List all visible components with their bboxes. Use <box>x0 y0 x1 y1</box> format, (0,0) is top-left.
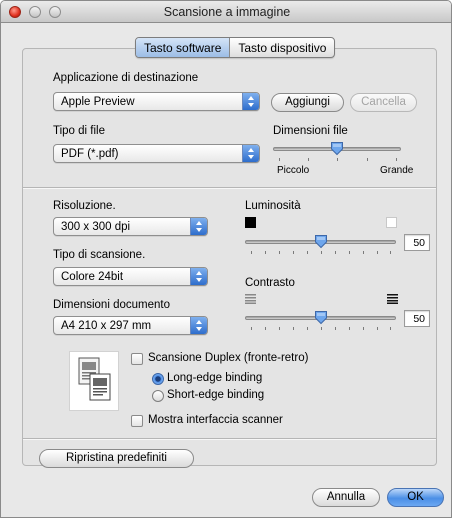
tick-mark <box>279 251 280 254</box>
brightness-ticks <box>251 251 391 255</box>
scan-type-label: Tipo di scansione. <box>53 249 146 261</box>
long-edge-label: Long-edge binding <box>167 372 263 384</box>
low-contrast-lines-icon <box>245 294 256 304</box>
duplex-pages-icon <box>69 351 119 411</box>
resolution-select[interactable]: 300 x 300 dpi <box>53 217 208 236</box>
tab-software-button[interactable]: Tasto software <box>136 38 230 57</box>
tick-mark <box>308 158 309 161</box>
contrast-value-field[interactable]: 50 <box>404 310 430 327</box>
file-size-slider-thumb[interactable] <box>330 141 344 156</box>
tick-mark <box>321 327 322 330</box>
tick-mark <box>335 327 336 330</box>
file-type-value: PDF (*.pdf) <box>61 148 119 160</box>
white-square-icon <box>386 217 397 228</box>
duplex-checkbox[interactable] <box>131 353 143 365</box>
high-contrast-lines-icon <box>387 294 398 304</box>
resolution-value: 300 x 300 dpi <box>61 221 131 233</box>
destination-app-value: Apple Preview <box>61 96 135 108</box>
show-scanner-interface-checkbox[interactable] <box>131 415 143 427</box>
add-app-button[interactable]: Aggiungi <box>271 93 344 112</box>
tick-mark <box>251 251 252 254</box>
document-size-label: Dimensioni documento <box>53 299 170 311</box>
brightness-value-field[interactable]: 50 <box>404 234 430 251</box>
section-divider <box>23 438 436 439</box>
popup-arrows-icon <box>190 268 207 285</box>
black-square-icon <box>245 217 256 228</box>
resolution-label: Risoluzione. <box>53 200 116 212</box>
popup-arrows-icon <box>242 145 259 162</box>
tick-mark <box>377 251 378 254</box>
tick-mark <box>349 251 350 254</box>
tab-device-button[interactable]: Tasto dispositivo <box>229 38 334 57</box>
popup-arrows-icon <box>190 218 207 235</box>
popup-arrows-icon <box>190 317 207 334</box>
scan-to-image-dialog: Scansione a immagine Tasto software Tast… <box>0 0 452 518</box>
mode-tab-group: Tasto software Tasto dispositivo <box>135 37 336 58</box>
tick-mark <box>396 158 397 161</box>
contrast-ticks <box>251 327 391 331</box>
long-edge-radio[interactable] <box>152 373 164 385</box>
tick-mark <box>279 158 280 161</box>
tick-mark <box>367 158 368 161</box>
tick-mark <box>251 327 252 330</box>
brightness-label: Luminosità <box>245 200 301 212</box>
document-size-value: A4 210 x 297 mm <box>61 320 152 332</box>
tick-mark <box>349 327 350 330</box>
short-edge-radio[interactable] <box>152 390 164 402</box>
file-size-ticks <box>279 158 397 162</box>
tick-mark <box>390 327 391 330</box>
tick-mark <box>307 251 308 254</box>
scan-type-value: Colore 24bit <box>61 271 124 283</box>
tick-mark <box>321 251 322 254</box>
cancel-button[interactable]: Annulla <box>312 488 380 507</box>
contrast-label: Contrasto <box>245 277 295 289</box>
ok-button[interactable]: OK <box>387 488 444 507</box>
delete-app-button[interactable]: Cancella <box>350 93 417 112</box>
brightness-slider-thumb[interactable] <box>314 234 328 249</box>
tick-mark <box>265 327 266 330</box>
tick-mark <box>265 251 266 254</box>
destination-app-select[interactable]: Apple Preview <box>53 92 260 111</box>
destination-app-label: Applicazione di destinazione <box>53 72 199 84</box>
file-size-min-label: Piccolo <box>277 165 310 176</box>
tick-mark <box>307 327 308 330</box>
tick-mark <box>377 327 378 330</box>
document-size-select[interactable]: A4 210 x 297 mm <box>53 316 208 335</box>
file-type-label: Tipo di file <box>53 125 105 137</box>
title-bar[interactable]: Scansione a immagine <box>1 1 451 23</box>
window-title: Scansione a immagine <box>163 5 291 19</box>
file-size-max-label: Grande <box>380 165 414 176</box>
short-edge-label: Short-edge binding <box>167 389 265 401</box>
tick-mark <box>363 327 364 330</box>
file-type-select[interactable]: PDF (*.pdf) <box>53 144 260 163</box>
section-divider <box>23 187 436 188</box>
scan-type-select[interactable]: Colore 24bit <box>53 267 208 286</box>
file-size-label: Dimensioni file <box>273 125 348 137</box>
show-scanner-interface-label: Mostra interfaccia scanner <box>148 414 283 426</box>
popup-arrows-icon <box>242 93 259 110</box>
tick-mark <box>335 251 336 254</box>
restore-defaults-button[interactable]: Ripristina predefiniti <box>39 449 194 468</box>
tick-mark <box>363 251 364 254</box>
tick-mark <box>337 158 338 161</box>
tick-mark <box>293 327 294 330</box>
tick-mark <box>293 251 294 254</box>
tick-mark <box>279 327 280 330</box>
duplex-checkbox-label: Scansione Duplex (fronte-retro) <box>148 352 309 364</box>
tick-mark <box>390 251 391 254</box>
contrast-slider-thumb[interactable] <box>314 310 328 325</box>
